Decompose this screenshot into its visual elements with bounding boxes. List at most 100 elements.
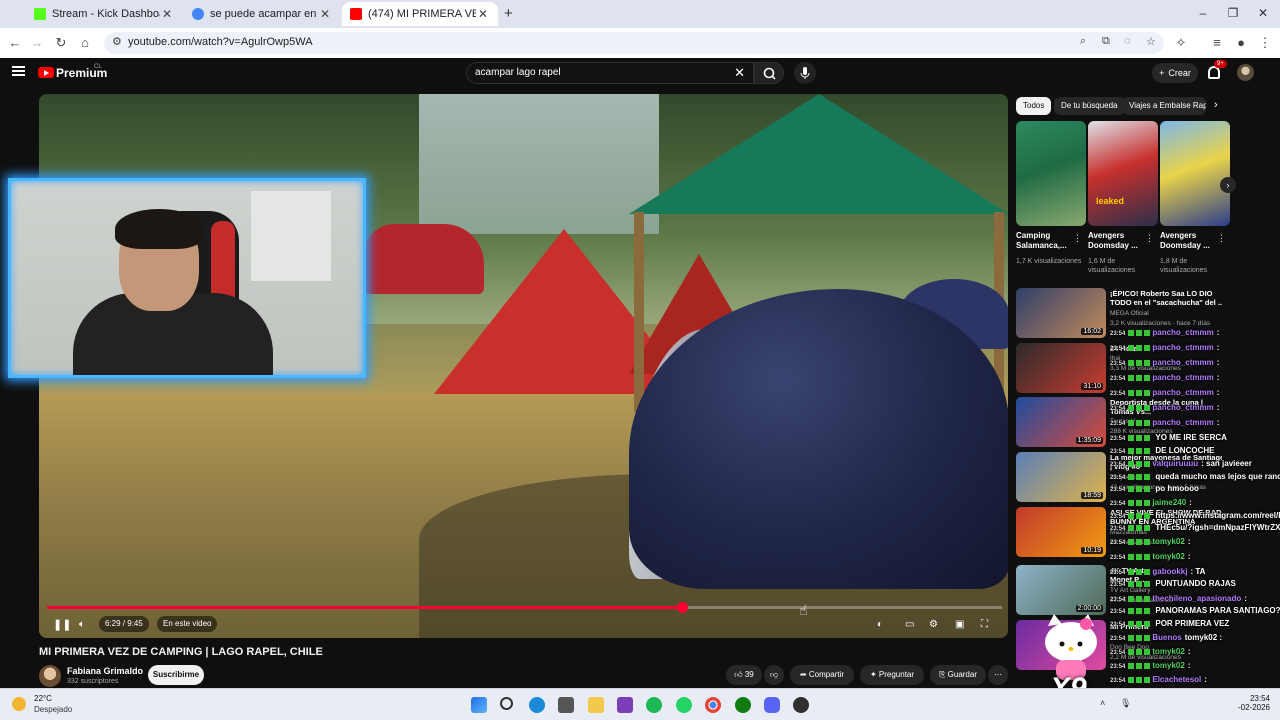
tab-youtube-video[interactable]: (474) MI PRIMERA VEZ DE CAMPING ✕ (342, 2, 498, 26)
obs-icon[interactable] (793, 697, 809, 713)
maximize-icon[interactable]: ❐ (1224, 6, 1242, 20)
plus-icon[interactable]: + (504, 5, 513, 22)
bookmark-star-icon[interactable]: ☆ (1146, 35, 1156, 48)
clear-search-icon[interactable]: ✕ (734, 65, 745, 81)
progress-bar[interactable] (47, 602, 1002, 613)
chat-username[interactable]: pancho_ctmmm (1152, 343, 1213, 352)
more-actions-button[interactable]: ⋯ (988, 665, 1008, 685)
settings-gear-icon[interactable]: ⚙ (929, 618, 938, 632)
chat-username[interactable]: pancho_ctmmm (1152, 358, 1213, 367)
chevron-up-icon[interactable]: ˄ (1100, 698, 1105, 708)
whatsapp-icon[interactable] (676, 697, 692, 713)
site-info-icon[interactable]: ⚙ (112, 35, 122, 48)
subscribe-button[interactable]: Suscribirme (148, 665, 204, 685)
chat-username[interactable]: valquiruuuu (1152, 459, 1198, 468)
short-title[interactable]: Avengers Doomsday ... (1088, 231, 1148, 251)
like-button[interactable]: 👍︎ 39 (726, 665, 762, 685)
system-clock[interactable]: 23:54 -02-2026 (1220, 694, 1270, 712)
microsoft-store-icon[interactable] (558, 697, 574, 713)
discord-icon[interactable] (764, 697, 780, 713)
related-video-thumbnail[interactable]: 1:35:09 (1016, 397, 1106, 447)
related-video-thumbnail[interactable]: 18:59 (1016, 452, 1106, 502)
chat-username[interactable]: thechileno_apasionado (1152, 594, 1241, 603)
chip-all[interactable]: Todos (1016, 97, 1052, 115)
tab-kick-dashboard[interactable]: Stream - Kick Dashboard ✕ (26, 2, 182, 26)
install-icon[interactable]: ⧉ (1102, 35, 1110, 48)
zoom-icon[interactable]: ⌕ (1080, 35, 1086, 48)
extensions-icon[interactable]: ✧ (1172, 34, 1190, 52)
menu-icon[interactable] (12, 66, 25, 76)
related-video-channel[interactable]: MEGA Oficial (1110, 310, 1222, 318)
microphone-icon[interactable]: 🎙︎ (1120, 698, 1131, 709)
address-bar[interactable]: ⚙ youtube.com/watch?v=AgulrOwp5WA ⌕ ⧉ ◌ … (104, 32, 1164, 54)
start-menu-icon[interactable] (471, 697, 487, 713)
chat-username[interactable]: Buenos (1152, 633, 1181, 642)
short-title[interactable]: Camping Salamanca,... (1016, 231, 1076, 251)
related-video-title[interactable]: TODO en el "sacachucha" del ... (1110, 298, 1222, 307)
autoplay-toggle-icon[interactable]: ◐ (877, 618, 883, 632)
profile-icon[interactable]: ● (1232, 34, 1250, 52)
related-video-thumbnail[interactable]: 2:00:00 (1016, 565, 1106, 615)
create-button[interactable]: + Crear (1152, 63, 1198, 83)
close-window-icon[interactable]: ✕ (1254, 6, 1272, 20)
dislike-button[interactable]: 👎︎ (764, 665, 784, 685)
channel-avatar[interactable] (39, 665, 61, 687)
weather-description[interactable]: Despejado (34, 705, 72, 714)
short-thumbnail[interactable]: leaked (1088, 121, 1158, 226)
short-thumbnail[interactable] (1160, 121, 1230, 226)
related-video-title[interactable]: ¡ÉPICO! Roberto Saa LO DIO (1110, 289, 1222, 298)
volume-icon[interactable]: 🔈︎ (79, 618, 85, 632)
tab-google-search[interactable]: se puede acampar en el lago rapel ✕ (184, 2, 340, 26)
related-video-thumbnail[interactable]: 10:19 (1016, 507, 1106, 557)
back-icon[interactable]: ← (6, 34, 24, 52)
chat-username[interactable]: pancho_ctmmm (1152, 403, 1213, 412)
forward-icon[interactable]: → (28, 34, 46, 52)
chrome-icon[interactable] (705, 697, 721, 713)
eye-off-icon[interactable]: ◌ (1124, 35, 1131, 47)
home-icon[interactable]: ⌂ (76, 34, 94, 52)
chat-username[interactable]: gabookkj (1152, 567, 1187, 576)
close-icon[interactable]: ✕ (318, 7, 332, 21)
chip-related-topic[interactable]: Viajes a Embalse Rapel (1122, 97, 1206, 115)
youtube-logo-icon[interactable] (38, 67, 54, 78)
short-title[interactable]: Avengers Doomsday ... (1160, 231, 1220, 251)
app-icon[interactable] (617, 697, 633, 713)
search-button[interactable] (754, 62, 784, 84)
related-video-thumbnail[interactable]: 16:02 (1016, 288, 1106, 338)
subtitles-icon[interactable]: ▭ (905, 618, 914, 632)
weather-temperature[interactable]: 22°C (34, 694, 52, 703)
more-vert-icon[interactable]: ⋮ (1217, 233, 1226, 244)
chat-username[interactable]: tomyk02 (1152, 552, 1184, 561)
chat-username[interactable]: pancho_ctmmm (1152, 373, 1213, 382)
account-avatar[interactable] (1237, 64, 1254, 81)
fullscreen-icon[interactable]: ⛶ (981, 618, 988, 632)
menu-dots-icon[interactable]: ⋮ (1256, 34, 1274, 52)
chat-username[interactable]: pancho_ctmmm (1152, 418, 1213, 427)
chat-username[interactable]: tomyk02 (1152, 661, 1184, 670)
pause-icon[interactable]: ❚❚ (53, 618, 71, 632)
share-button[interactable]: ➦ Compartir (790, 665, 854, 685)
related-video-thumbnail[interactable]: 31:10 (1016, 343, 1106, 393)
progress-scrubber[interactable] (677, 602, 689, 613)
channel-name[interactable]: Fabiana Grimaldo (67, 666, 143, 676)
search-input[interactable]: acampar lago rapel ✕ (466, 62, 754, 84)
xbox-icon[interactable] (735, 697, 751, 713)
close-icon[interactable]: ✕ (476, 7, 490, 21)
reading-list-icon[interactable]: ≡ (1208, 34, 1226, 52)
chat-username[interactable]: jaime240 (1152, 498, 1186, 507)
minimize-icon[interactable]: – (1194, 6, 1212, 20)
more-vert-icon[interactable]: ⋮ (1145, 233, 1154, 244)
chevron-right-icon[interactable]: › (1214, 99, 1218, 111)
reload-icon[interactable]: ↻ (52, 34, 70, 52)
voice-search-button[interactable] (794, 62, 816, 84)
chat-username[interactable]: pancho_ctmmm (1152, 388, 1213, 397)
ask-button[interactable]: ✦ Preguntar (860, 665, 924, 685)
close-icon[interactable]: ✕ (160, 7, 174, 21)
chat-username[interactable]: pancho_ctmmm (1152, 328, 1213, 337)
short-thumbnail[interactable] (1016, 121, 1086, 226)
theater-mode-icon[interactable]: ▣ (955, 618, 964, 632)
chat-username[interactable]: tomyk02 (1152, 537, 1184, 546)
save-button[interactable]: ⎘ Guardar (930, 665, 986, 685)
chat-username[interactable]: Elcachetesol (1152, 675, 1201, 684)
file-explorer-icon[interactable] (588, 697, 604, 713)
